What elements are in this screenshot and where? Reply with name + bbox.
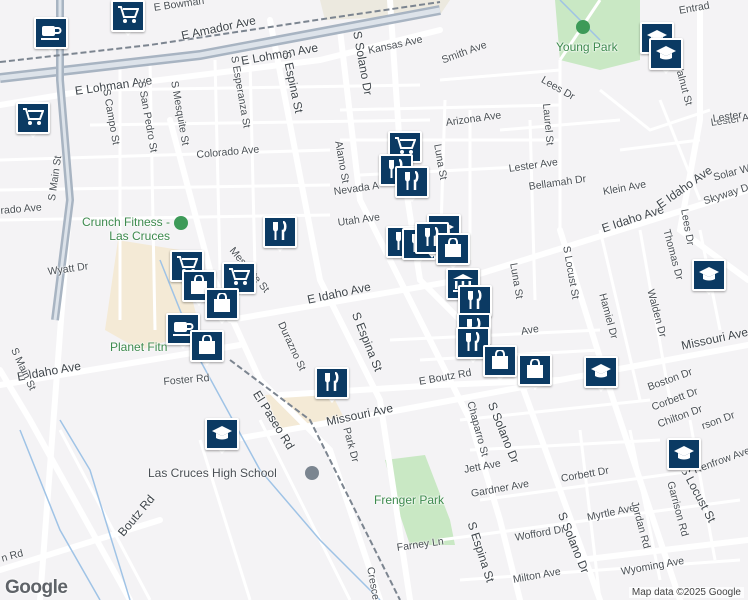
map-marker-restaurant[interactable] [263,216,297,256]
map-attribution[interactable]: Map data ©2025 Google [628,587,744,598]
map-marker-graduation-cap[interactable] [667,438,701,478]
map-marker-graduation-cap[interactable] [584,356,618,396]
map-marker-graduation-cap[interactable] [649,38,683,78]
map-marker-shopping-bag[interactable] [518,354,552,394]
map-marker-shopping-bag[interactable] [436,233,470,273]
young-park-area [555,0,640,70]
map-marker-graduation-cap[interactable] [205,418,239,458]
place-label-las-cruces-high-school[interactable]: Las Cruces High School [148,466,277,480]
park-icon [576,20,590,34]
map-marker-shopping-bag[interactable] [483,345,517,385]
map-marker-graduation-cap[interactable] [692,259,726,299]
map-marker-shopping-cart[interactable] [111,0,145,40]
map-canvas[interactable]: E Bowman E Amador Ave E Lohman Ave E Loh… [0,0,748,600]
place-label-young-park[interactable]: Young Park [556,40,618,54]
fitness-icon [174,216,188,230]
map-marker-shopping-bag[interactable] [205,288,239,328]
place-label-frenger-park[interactable]: Frenger Park [374,493,444,507]
school-icon [305,466,319,480]
map-marker-restaurant[interactable] [315,367,349,407]
map-marker-coffee-cup[interactable] [34,17,68,57]
map-marker-shopping-cart[interactable] [16,102,50,142]
place-label-crunch-fitness[interactable]: Crunch Fitness - Las Cruces [75,215,170,243]
place-label-planet-fitness[interactable]: Planet Fitn [110,340,167,354]
map-marker-restaurant[interactable] [395,166,429,206]
map-marker-shopping-bag[interactable] [190,330,224,370]
google-logo: Google [5,577,68,598]
